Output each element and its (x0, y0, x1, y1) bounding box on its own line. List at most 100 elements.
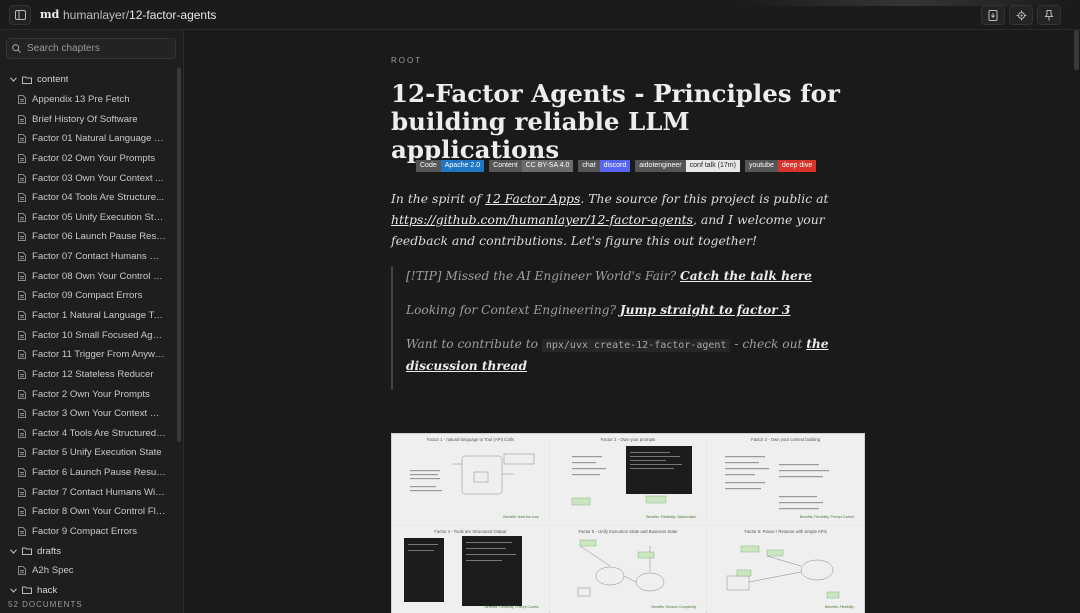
document-label: Factor 09 Compact Errors (32, 290, 143, 302)
document-icon (18, 448, 26, 458)
sidebar-item-document[interactable]: Factor 1 Natural Language To ... (0, 306, 176, 326)
document-label: Factor 7 Contact Humans With... (32, 486, 166, 498)
folder-label: hack (37, 584, 58, 595)
tip-text: [!TIP] Missed the AI Engineer World's Fa… (406, 269, 681, 283)
sidebar-item-document[interactable]: Factor 6 Launch Pause Resume (0, 463, 176, 483)
context-text: Looking for Context Engineering? (406, 303, 620, 317)
document-label: Factor 04 Tools Are Structure... (32, 192, 165, 204)
export-button[interactable] (981, 5, 1005, 25)
chevron-down-icon[interactable] (9, 588, 18, 593)
sidebar-item-document[interactable]: Factor 10 Small Focused Agents (0, 325, 176, 345)
document-label: Factor 4 Tools Are Structured ... (32, 427, 166, 439)
panel-sketch (727, 545, 840, 599)
sidebar-item-document[interactable]: Factor 8 Own Your Control Flow (0, 502, 176, 522)
badge[interactable]: Content CC BY-SA 4.0 (489, 160, 574, 172)
badge-value: Apache 2.0 (440, 160, 485, 172)
sidebar-toggle-button[interactable] (9, 5, 31, 25)
folder-icon (22, 76, 32, 84)
pin-button[interactable] (1037, 5, 1061, 25)
link-factor-3[interactable]: Jump straight to factor 3 (620, 303, 790, 317)
badge[interactable]: aidotengineer conf talk (17m) (635, 160, 740, 172)
search-input[interactable]: Search chapters (6, 38, 176, 59)
sidebar-icon (14, 10, 26, 20)
link-catch-talk[interactable]: Catch the talk here (680, 269, 812, 283)
sidebar-item-document[interactable]: Factor 9 Compact Errors (0, 522, 176, 542)
badge-value: discord (599, 160, 631, 172)
document-label: Factor 12 Stateless Reducer (32, 368, 154, 380)
sidebar-item-document[interactable]: Factor 3 Own Your Context Wi... (0, 404, 176, 424)
sidebar-item-document[interactable]: A2h Spec (0, 561, 176, 581)
document-icon (18, 487, 26, 497)
chevron-down-icon[interactable] (9, 549, 18, 554)
folder-label: drafts (37, 545, 61, 557)
badge[interactable]: Code Apache 2.0 (416, 160, 485, 172)
sidebar-item-document[interactable]: Appendix 13 Pre Fetch (0, 90, 176, 110)
factor-diagram-panel: Factor 2 - Own your prompts Benefits: Fle… (549, 434, 707, 525)
document-icon (18, 350, 26, 360)
sidebar-item-document[interactable]: Factor 02 Own Your Prompts (0, 149, 176, 169)
document-icon (18, 232, 26, 242)
document-label: Factor 11 Trigger From Anywh... (32, 349, 166, 361)
sidebar-item-document[interactable]: Factor 7 Contact Humans With... (0, 482, 176, 502)
chevron-down-icon[interactable] (9, 77, 18, 83)
document-icon (18, 468, 26, 478)
gear-icon (1016, 10, 1026, 20)
sidebar-item-document[interactable]: Factor 05 Unify Execution State (0, 207, 176, 227)
breadcrumb-owner[interactable]: humanlayer/ (63, 8, 129, 22)
link-github-repo[interactable]: https://github.com/humanlayer/12-factor-… (391, 212, 693, 227)
folder-hack[interactable]: hack (0, 581, 176, 595)
app-logo: md (40, 8, 60, 21)
link-12-factor-apps[interactable]: 12 Factor Apps (485, 191, 580, 206)
sidebar-item-document[interactable]: Factor 5 Unify Execution State (0, 443, 176, 463)
document-label: Factor 02 Own Your Prompts (32, 152, 156, 164)
factors-overview-image: Factor 1 - natural language to Tool (API… (391, 433, 865, 613)
panel-caption: Benefits: finds the loop (503, 515, 539, 519)
document-icon (18, 271, 26, 281)
folder-icon (22, 547, 32, 556)
document-label: Factor 1 Natural Language To ... (32, 310, 166, 321)
sidebar-item-document[interactable]: Factor 08 Own Your Control Fl... (0, 266, 176, 286)
panel-sketch (725, 456, 830, 510)
folder-drafts[interactable]: drafts (0, 541, 176, 561)
document-label: Factor 9 Compact Errors (32, 526, 138, 538)
panel-sketch (410, 453, 535, 495)
sidebar-item-document[interactable]: Factor 4 Tools Are Structured ... (0, 424, 176, 444)
sidebar-item-document[interactable]: Factor 06 Launch Pause Resu... (0, 227, 176, 247)
sidebar-item-document[interactable]: Factor 07 Contact Humans Wit... (0, 247, 176, 267)
sidebar-item-document[interactable]: Factor 01 Natural Language To... (0, 129, 176, 149)
sidebar-item-document[interactable]: Brief History Of Software (0, 109, 176, 129)
document-label: Factor 01 Natural Language To... (32, 133, 166, 145)
settings-button[interactable] (1009, 5, 1033, 25)
badge[interactable]: youtube deep dive (744, 160, 817, 172)
sidebar-item-document[interactable]: Factor 2 Own Your Prompts (0, 384, 176, 404)
chapter-tree: content Appendix 13 Pre Fetch Brief Histor… (0, 70, 176, 595)
intro-text-2: . The source for this project is public … (580, 191, 829, 206)
sidebar-item-document[interactable]: Factor 11 Trigger From Anywh... (0, 345, 176, 365)
document-icon (18, 173, 26, 183)
root-label: ROOT (391, 56, 423, 65)
badge-key: Code (416, 160, 441, 172)
breadcrumb: humanlayer/12-factor-agents (63, 8, 216, 22)
factor-diagram-panel: Factor 4 - Tools are Structured Output Be… (392, 526, 549, 613)
panel-caption: Benefits: Flexibility, Prompt Control (484, 605, 539, 609)
document-label: Brief History Of Software (32, 113, 138, 125)
folder-icon (22, 586, 32, 595)
folder-content[interactable]: content (0, 70, 176, 90)
badge-key: Content (489, 160, 522, 172)
badge-key: chat (578, 160, 600, 172)
pin-icon (1044, 9, 1054, 20)
document-label: Factor 03 Own Your Context ... (32, 172, 164, 184)
sidebar-item-document[interactable]: Factor 12 Stateless Reducer (0, 365, 176, 385)
sidebar-scrollbar[interactable] (177, 68, 181, 442)
sidebar-item-document[interactable]: Factor 09 Compact Errors (0, 286, 176, 306)
document-icon (18, 330, 26, 340)
badge-key: youtube (744, 160, 778, 172)
sidebar-item-document[interactable]: Factor 03 Own Your Context ... (0, 168, 176, 188)
content-scrollbar[interactable] (1074, 30, 1079, 70)
badge-value: CC BY-SA 4.0 (521, 160, 574, 172)
command-code: npx/uvx create-12-factor-agent (541, 339, 731, 352)
breadcrumb-repo[interactable]: 12-factor-agents (129, 8, 216, 22)
sidebar-item-document[interactable]: Factor 04 Tools Are Structure... (0, 188, 176, 208)
badge[interactable]: chat discord (578, 160, 631, 172)
document-icon (18, 94, 26, 104)
